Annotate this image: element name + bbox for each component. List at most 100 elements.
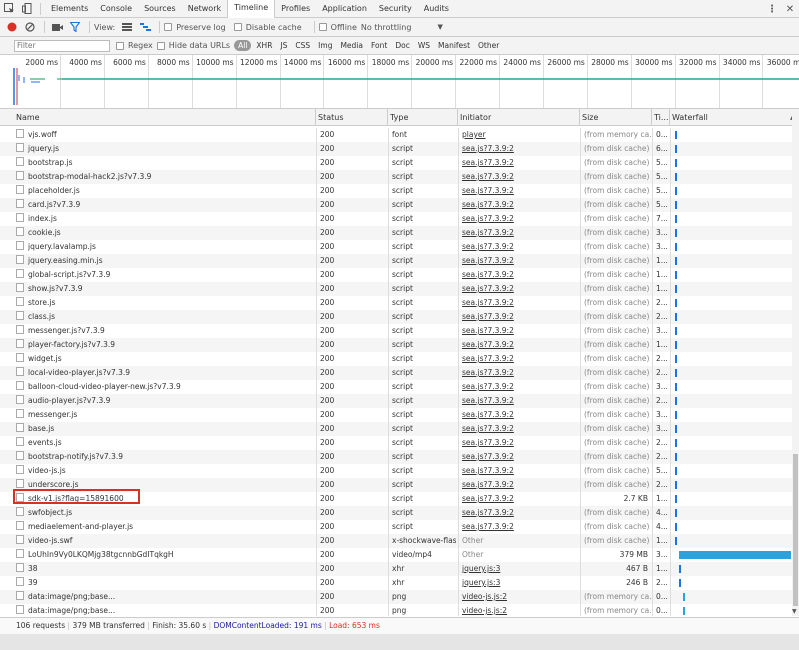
request-initiator[interactable]: sea.js?7.3.9:2 bbox=[460, 478, 578, 492]
request-initiator[interactable]: jquery.js:3 bbox=[460, 562, 578, 576]
tab-network[interactable]: Network bbox=[182, 0, 227, 18]
request-name-cell[interactable]: balloon-cloud-video-player-new.js?v7.3.9 bbox=[14, 380, 314, 394]
request-name-cell[interactable]: bootstrap-notify.js?v7.3.9 bbox=[14, 450, 314, 464]
table-row[interactable]: messenger.js?v7.3.9 200 script sea.js?7.3.9… bbox=[0, 324, 792, 338]
filter-type-font[interactable]: Font bbox=[368, 40, 390, 51]
request-initiator[interactable]: sea.js?7.3.9:2 bbox=[460, 310, 578, 324]
request-name-cell[interactable]: video-js.js bbox=[14, 464, 314, 478]
request-initiator[interactable]: sea.js?7.3.9:2 bbox=[460, 436, 578, 450]
column-header-size[interactable]: Size bbox=[580, 109, 652, 126]
scrollbar-thumb[interactable] bbox=[793, 454, 798, 606]
request-name-cell[interactable]: store.js bbox=[14, 296, 314, 310]
request-initiator[interactable]: sea.js?7.3.9:2 bbox=[460, 240, 578, 254]
tab-application[interactable]: Application bbox=[316, 0, 373, 18]
filter-type-js[interactable]: JS bbox=[277, 40, 290, 51]
request-name-cell[interactable]: swfobject.js bbox=[14, 506, 314, 520]
table-row[interactable]: bootstrap.js 200 script sea.js?7.3.9:2 (from… bbox=[0, 156, 792, 170]
request-initiator[interactable]: sea.js?7.3.9:2 bbox=[460, 450, 578, 464]
table-row[interactable]: 38 200 xhr jquery.js:3 467 B 1... bbox=[0, 562, 792, 576]
table-row[interactable]: bootstrap-notify.js?v7.3.9 200 script sea.j… bbox=[0, 450, 792, 464]
request-name-cell[interactable]: base.js bbox=[14, 422, 314, 436]
request-initiator[interactable]: sea.js?7.3.9:2 bbox=[460, 184, 578, 198]
request-initiator[interactable]: sea.js?7.3.9:2 bbox=[460, 296, 578, 310]
table-row[interactable]: LoUhIn9Vy0LKQMjg38tgcnnbGdITqkgH 200 video… bbox=[0, 548, 792, 562]
table-row[interactable]: jquery.lavalamp.js 200 script sea.js?7.3.9:… bbox=[0, 240, 792, 254]
throttling-select[interactable]: No throttling ▼ bbox=[361, 23, 443, 32]
request-name-cell[interactable]: messenger.js bbox=[14, 408, 314, 422]
filter-icon[interactable] bbox=[67, 19, 83, 35]
request-name-cell[interactable]: 39 bbox=[14, 576, 314, 590]
filter-type-media[interactable]: Media bbox=[337, 40, 366, 51]
request-initiator[interactable]: sea.js?7.3.9:2 bbox=[460, 170, 578, 184]
request-initiator[interactable]: sea.js?7.3.9:2 bbox=[460, 254, 578, 268]
request-initiator[interactable]: sea.js?7.3.9:2 bbox=[460, 506, 578, 520]
table-row[interactable]: audio-player.js?v7.3.9 200 script sea.js?7.… bbox=[0, 394, 792, 408]
request-name-cell[interactable]: data:image/png;base... bbox=[14, 590, 314, 604]
filter-type-ws[interactable]: WS bbox=[415, 40, 433, 51]
tab-console[interactable]: Console bbox=[94, 0, 138, 18]
request-name-cell[interactable]: card.js?v7.3.9 bbox=[14, 198, 314, 212]
request-name-cell[interactable]: LoUhIn9Vy0LKQMjg38tgcnnbGdITqkgH bbox=[14, 548, 314, 562]
tab-timeline[interactable]: Timeline bbox=[227, 0, 276, 18]
request-initiator[interactable]: sea.js?7.3.9:2 bbox=[460, 380, 578, 394]
table-row[interactable]: data:image/png;base... 200 png video-js.js:… bbox=[0, 604, 792, 616]
request-initiator[interactable]: sea.js?7.3.9:2 bbox=[460, 492, 578, 506]
column-header-type[interactable]: Type bbox=[388, 109, 458, 126]
inspect-element-icon[interactable] bbox=[0, 0, 18, 18]
table-row[interactable]: player-factory.js?v7.3.9 200 script sea.js?… bbox=[0, 338, 792, 352]
table-row[interactable]: messenger.js 200 script sea.js?7.3.9:2 (from… bbox=[0, 408, 792, 422]
tab-security[interactable]: Security bbox=[373, 0, 418, 18]
hide-data-urls-checkbox[interactable] bbox=[156, 41, 165, 50]
request-initiator[interactable]: sea.js?7.3.9:2 bbox=[460, 198, 578, 212]
table-row[interactable]: jquery.js 200 script sea.js?7.3.9:2 (from di… bbox=[0, 142, 792, 156]
request-name-cell[interactable]: audio-player.js?v7.3.9 bbox=[14, 394, 314, 408]
table-row[interactable]: events.js 200 script sea.js?7.3.9:2 (from di… bbox=[0, 436, 792, 450]
request-name-cell[interactable]: vjs.woff bbox=[14, 128, 314, 142]
request-name-cell[interactable]: jquery.lavalamp.js bbox=[14, 240, 314, 254]
column-header-initiator[interactable]: Initiator bbox=[458, 109, 580, 126]
table-row[interactable]: widget.js 200 script sea.js?7.3.9:2 (from di… bbox=[0, 352, 792, 366]
offline-checkbox[interactable] bbox=[318, 23, 327, 31]
request-initiator[interactable]: sea.js?7.3.9:2 bbox=[460, 464, 578, 478]
request-name-cell[interactable]: local-video-player.js?v7.3.9 bbox=[14, 366, 314, 380]
tab-profiles[interactable]: Profiles bbox=[275, 0, 316, 18]
tab-elements[interactable]: Elements bbox=[45, 0, 94, 18]
request-name-cell[interactable]: index.js bbox=[14, 212, 314, 226]
capture-screenshots-icon[interactable] bbox=[49, 19, 65, 35]
table-row[interactable]: global-script.js?v7.3.9 200 script sea.js?7… bbox=[0, 268, 792, 282]
table-row[interactable]: placeholder.js 200 script sea.js?7.3.9:2 (fr… bbox=[0, 184, 792, 198]
request-name-cell[interactable]: data:image/png;base... bbox=[14, 604, 314, 616]
request-name-cell[interactable]: events.js bbox=[14, 436, 314, 450]
tab-audits[interactable]: Audits bbox=[418, 0, 455, 18]
filter-type-manifest[interactable]: Manifest bbox=[435, 40, 473, 51]
table-row[interactable]: local-video-player.js?v7.3.9 200 script sea… bbox=[0, 366, 792, 380]
large-rows-icon[interactable] bbox=[119, 19, 135, 35]
table-row[interactable]: jquery.easing.min.js 200 script sea.js?7.3.… bbox=[0, 254, 792, 268]
request-initiator[interactable]: sea.js?7.3.9:2 bbox=[460, 226, 578, 240]
request-initiator[interactable]: sea.js?7.3.9:2 bbox=[460, 394, 578, 408]
request-name-cell[interactable]: video-js.swf bbox=[14, 534, 314, 548]
table-row[interactable]: data:image/png;base... 200 png video-js.js:… bbox=[0, 590, 792, 604]
filter-type-img[interactable]: Img bbox=[315, 40, 335, 51]
request-name-cell[interactable]: 38 bbox=[14, 562, 314, 576]
scroll-down-icon[interactable]: ▼ bbox=[792, 608, 797, 615]
request-name-cell[interactable]: jquery.easing.min.js bbox=[14, 254, 314, 268]
request-initiator[interactable]: sea.js?7.3.9:2 bbox=[460, 520, 578, 534]
table-row[interactable]: class.js 200 script sea.js?7.3.9:2 (from dis… bbox=[0, 310, 792, 324]
request-name-cell[interactable]: messenger.js?v7.3.9 bbox=[14, 324, 314, 338]
table-row[interactable]: swfobject.js 200 script sea.js?7.3.9:2 (from… bbox=[0, 506, 792, 520]
request-initiator[interactable]: sea.js?7.3.9:2 bbox=[460, 156, 578, 170]
clear-button[interactable] bbox=[22, 19, 38, 35]
table-row[interactable]: cookie.js 200 script sea.js?7.3.9:2 (from di… bbox=[0, 226, 792, 240]
request-name-cell[interactable]: class.js bbox=[14, 310, 314, 324]
request-name-cell[interactable]: cookie.js bbox=[14, 226, 314, 240]
filter-type-xhr[interactable]: XHR bbox=[253, 40, 275, 51]
device-toolbar-icon[interactable] bbox=[18, 0, 36, 18]
request-name-cell[interactable]: mediaelement-and-player.js bbox=[14, 520, 314, 534]
tab-sources[interactable]: Sources bbox=[138, 0, 182, 18]
more-options-icon[interactable]: ⋮ bbox=[763, 0, 781, 18]
request-initiator[interactable]: sea.js?7.3.9:2 bbox=[460, 366, 578, 380]
timeline-overview[interactable]: 2000 ms 4000 ms 6000 ms 8000 ms 10000 ms 1200… bbox=[0, 55, 799, 109]
request-initiator[interactable]: player bbox=[460, 128, 578, 142]
record-button[interactable] bbox=[4, 19, 20, 35]
